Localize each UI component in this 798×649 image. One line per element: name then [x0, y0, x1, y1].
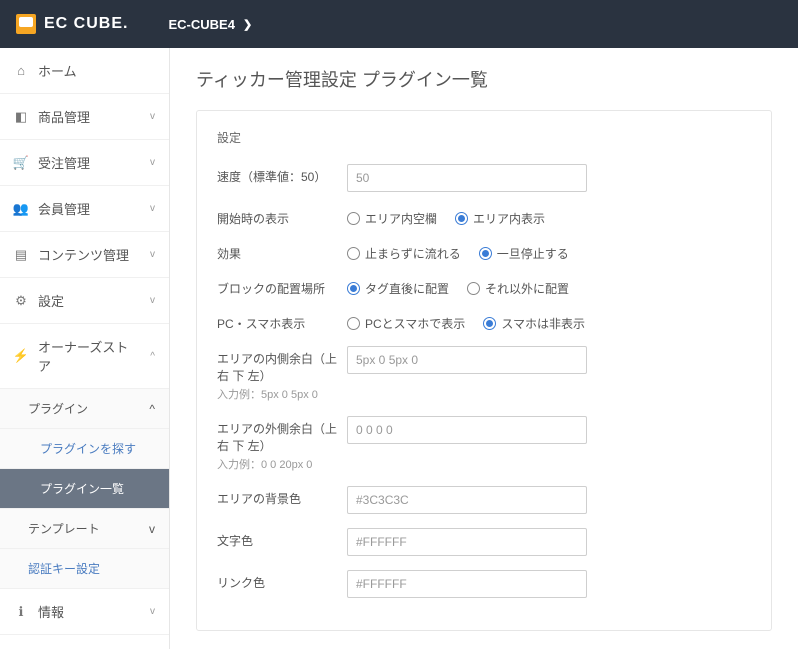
- chevron-down-icon: v: [150, 606, 155, 617]
- cube-icon: [16, 14, 36, 34]
- info-icon: ℹ: [14, 605, 28, 619]
- sidebar-item-info[interactable]: ℹ 情報 v: [0, 589, 169, 635]
- row-linkcolor: リンク色: [217, 570, 751, 598]
- cube-icon: ◧: [14, 110, 28, 124]
- brand-text: EC CUBE: [44, 15, 123, 33]
- row-margin: エリアの外側余白（上 右 下 左） 入力例：0 0 20px 0: [217, 416, 751, 472]
- card-heading: 設定: [217, 129, 751, 146]
- row-effect: 効果止まらずに流れる一旦停止する: [217, 241, 751, 262]
- users-icon: 👥: [14, 202, 28, 216]
- block_place-opt2[interactable]: それ以外に配置: [467, 280, 569, 297]
- home-icon: ⌂: [14, 64, 28, 78]
- sidebar-item-gear[interactable]: ⚙設定v: [0, 278, 169, 324]
- sidebar-sub-template[interactable]: テンプレート v: [0, 509, 169, 549]
- radio-icon: [347, 282, 360, 295]
- chevron-icon: v: [150, 157, 155, 168]
- sidebar-sub-plugin[interactable]: プラグイン ^: [0, 389, 169, 429]
- owners-store-submenu: プラグイン ^ プラグインを探す プラグイン一覧 テンプレート v 認証キー設定: [0, 389, 169, 589]
- chevron-right-icon: ❯: [243, 18, 252, 31]
- cart-icon: 🛒: [14, 156, 28, 170]
- sidebar-item-file[interactable]: ▤コンテンツ管理v: [0, 232, 169, 278]
- brand-logo[interactable]: EC CUBE.: [16, 14, 128, 34]
- radio-icon: [455, 212, 468, 225]
- page-title: ティッカー管理設定 プラグイン一覧: [196, 66, 772, 92]
- sidebar-sub-plugin-search[interactable]: プラグインを探す: [0, 429, 169, 469]
- radio-icon: [479, 247, 492, 260]
- file-icon: ▤: [14, 248, 28, 262]
- settings-card: 設定 速度（標準値：50） 開始時の表示エリア内空欄エリア内表示効果止まらずに流…: [196, 110, 772, 631]
- sidebar-item-users[interactable]: 👥会員管理v: [0, 186, 169, 232]
- row-device: PC・スマホ表示PCとスマホで表示スマホは非表示: [217, 311, 751, 332]
- radio-icon: [347, 247, 360, 260]
- effect-opt2[interactable]: 一旦停止する: [479, 245, 569, 262]
- row-bgcolor: エリアの背景色: [217, 486, 751, 514]
- radio-icon: [347, 317, 360, 330]
- plug-icon: ⚡: [14, 349, 28, 363]
- sidebar-item-plug[interactable]: ⚡オーナーズストア^: [0, 324, 169, 389]
- row-speed: 速度（標準値：50）: [217, 164, 751, 192]
- topbar: EC CUBE. EC-CUBE4 ❯: [0, 0, 798, 48]
- row-padding: エリアの内側余白（上 右 下 左） 入力例：5px 0 5px 0: [217, 346, 751, 402]
- device-opt2[interactable]: スマホは非表示: [483, 315, 585, 332]
- device-opt1[interactable]: PCとスマホで表示: [347, 315, 465, 332]
- effect-opt1[interactable]: 止まらずに流れる: [347, 245, 461, 262]
- row-start_display: 開始時の表示エリア内空欄エリア内表示: [217, 206, 751, 227]
- radio-icon: [483, 317, 496, 330]
- textcolor-input[interactable]: [347, 528, 587, 556]
- sidebar-sub-authkey[interactable]: 認証キー設定: [0, 549, 169, 589]
- chevron-icon: v: [150, 203, 155, 214]
- speed-input[interactable]: [347, 164, 587, 192]
- sidebar-item-home[interactable]: ⌂ホーム: [0, 48, 169, 94]
- chevron-icon: v: [150, 295, 155, 306]
- gear-icon: ⚙: [14, 294, 28, 308]
- bgcolor-input[interactable]: [347, 486, 587, 514]
- main-content: ティッカー管理設定 プラグイン一覧 設定 速度（標準値：50） 開始時の表示エリ…: [170, 48, 798, 649]
- chevron-up-icon: ^: [149, 402, 155, 416]
- sidebar-sub-plugin-list[interactable]: プラグイン一覧: [0, 469, 169, 509]
- breadcrumb[interactable]: EC-CUBE4 ❯: [168, 17, 252, 32]
- start_display-opt1[interactable]: エリア内空欄: [347, 210, 437, 227]
- sidebar-item-cube[interactable]: ◧商品管理v: [0, 94, 169, 140]
- linkcolor-input[interactable]: [347, 570, 587, 598]
- chevron-down-icon: v: [149, 522, 155, 536]
- radio-icon: [467, 282, 480, 295]
- chevron-icon: ^: [150, 351, 155, 362]
- block_place-opt1[interactable]: タグ直後に配置: [347, 280, 449, 297]
- chevron-icon: v: [150, 249, 155, 260]
- radio-icon: [347, 212, 360, 225]
- padding-input[interactable]: [347, 346, 587, 374]
- margin-input[interactable]: [347, 416, 587, 444]
- start_display-opt2[interactable]: エリア内表示: [455, 210, 545, 227]
- row-block_place: ブロックの配置場所タグ直後に配置それ以外に配置: [217, 276, 751, 297]
- sidebar-item-cart[interactable]: 🛒受注管理v: [0, 140, 169, 186]
- sidebar: ⌂ホーム◧商品管理v🛒受注管理v👥会員管理v▤コンテンツ管理v⚙設定v⚡オーナー…: [0, 48, 170, 649]
- row-textcolor: 文字色: [217, 528, 751, 556]
- chevron-icon: v: [150, 111, 155, 122]
